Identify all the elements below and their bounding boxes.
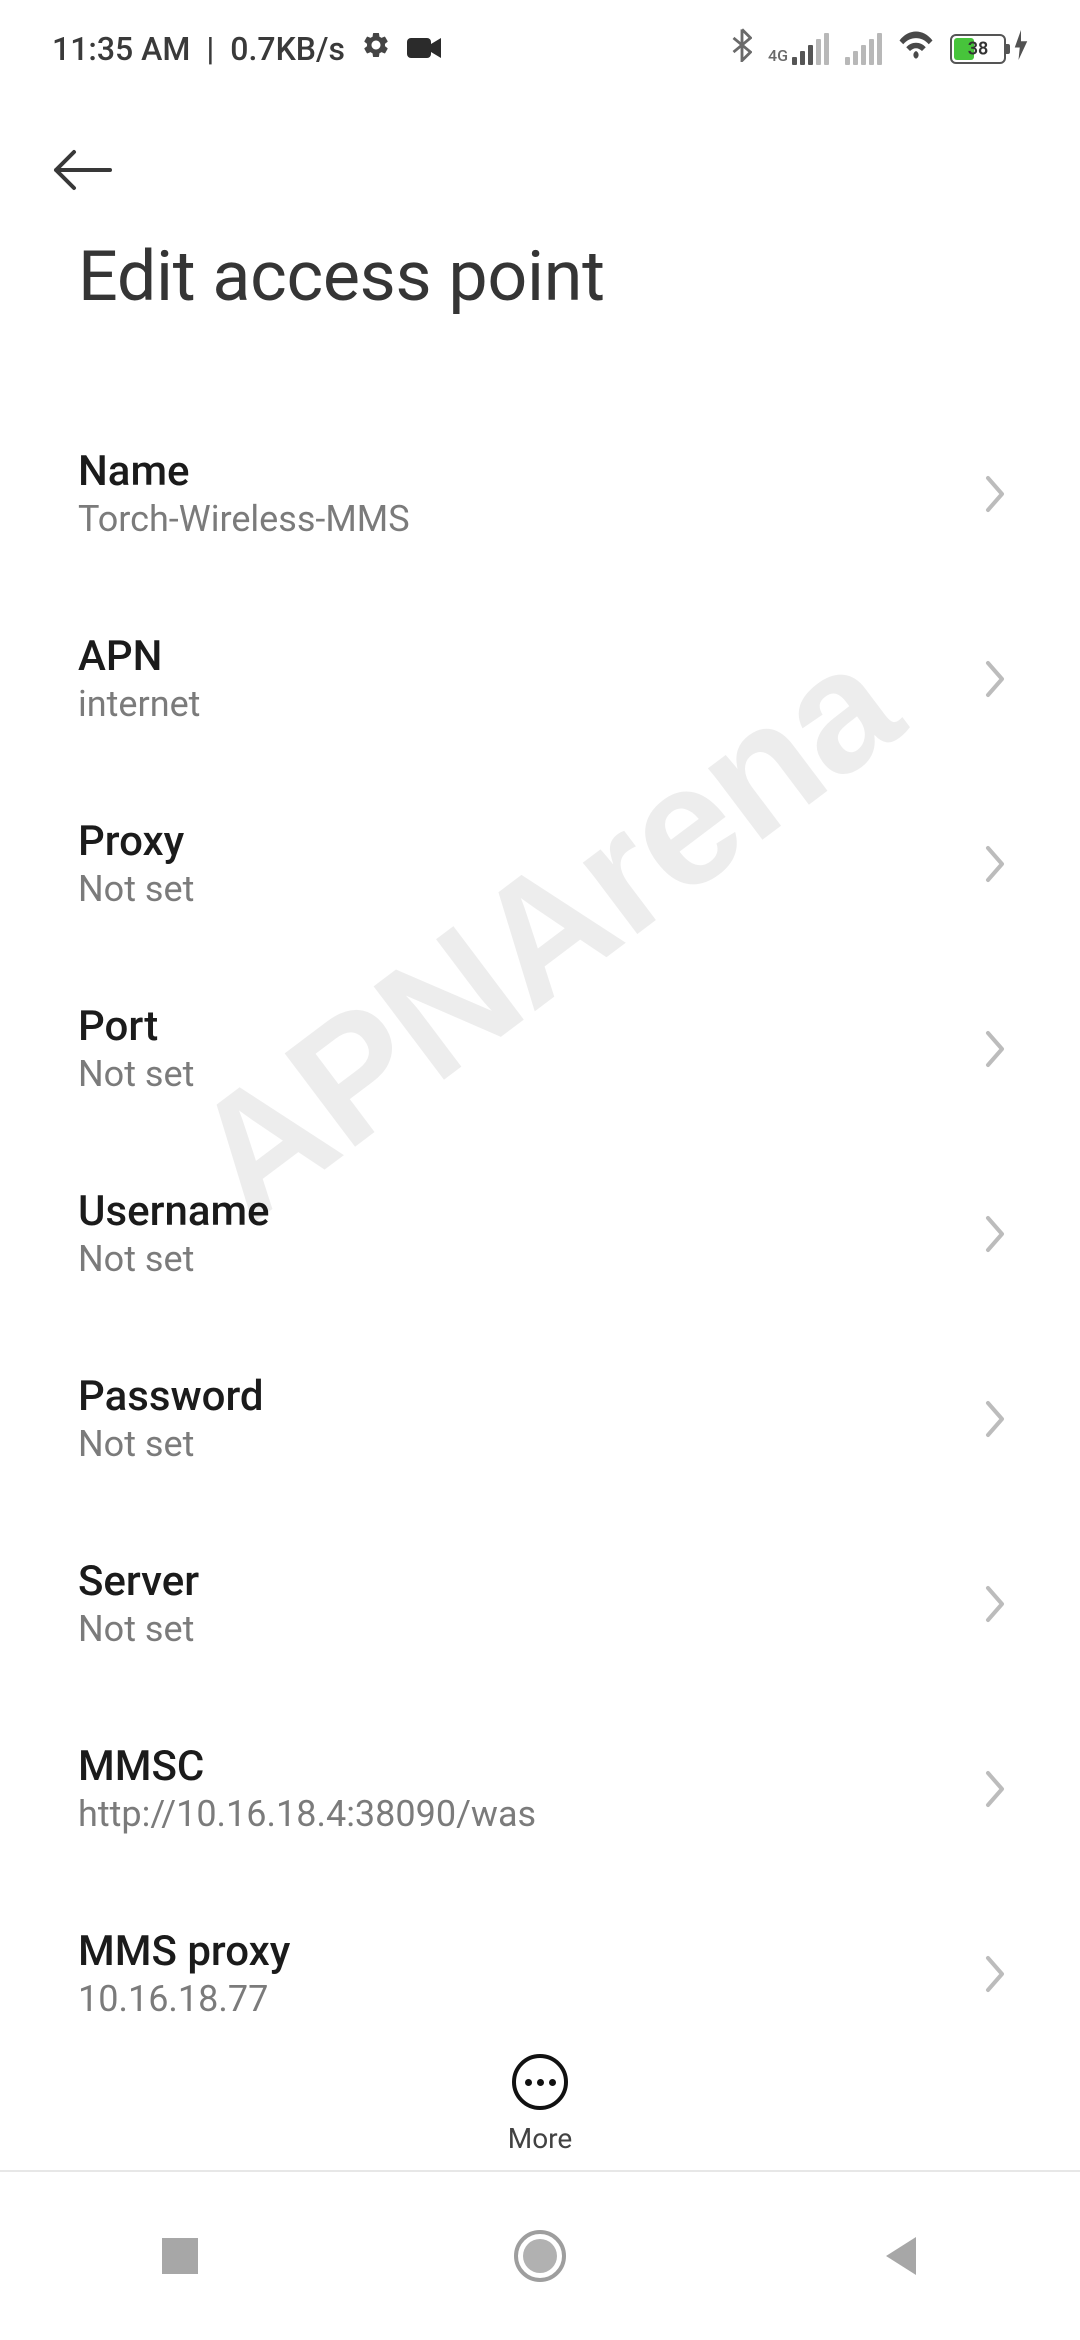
square-icon xyxy=(160,2236,200,2276)
chevron-right-icon xyxy=(984,1954,1006,1994)
setting-value: Torch-Wireless-MMS xyxy=(78,498,410,540)
setting-label: Name xyxy=(78,447,410,496)
more-icon xyxy=(512,2054,568,2110)
setting-value: http://10.16.18.4:38090/was xyxy=(78,1793,536,1835)
setting-value: Not set xyxy=(78,1423,264,1465)
battery-indicator: 38 xyxy=(950,34,1006,64)
signal-sim2 xyxy=(845,33,882,65)
setting-apn[interactable]: APN internet xyxy=(78,585,1002,770)
setting-name[interactable]: Name Torch-Wireless-MMS xyxy=(78,400,1002,585)
nav-back-button[interactable] xyxy=(840,2196,960,2316)
arrow-left-icon xyxy=(52,149,114,191)
back-button[interactable] xyxy=(52,130,132,210)
setting-proxy[interactable]: Proxy Not set xyxy=(78,770,1002,955)
setting-value: Not set xyxy=(78,868,194,910)
status-separator: | xyxy=(206,30,214,68)
chevron-right-icon xyxy=(984,1399,1006,1439)
setting-label: Password xyxy=(78,1372,264,1421)
settings-list: Name Torch-Wireless-MMS APN internet Pro… xyxy=(0,400,1080,2065)
setting-username[interactable]: Username Not set xyxy=(78,1140,1002,1325)
setting-value: internet xyxy=(78,683,200,725)
bluetooth-icon xyxy=(732,28,752,70)
page-title: Edit access point xyxy=(0,210,1080,400)
setting-mmsc[interactable]: MMSC http://10.16.18.4:38090/was xyxy=(78,1695,1002,1880)
setting-label: Username xyxy=(78,1187,270,1236)
status-speed: 0.7KB/s xyxy=(230,30,345,68)
setting-value: Not set xyxy=(78,1238,270,1280)
signal-sim1: 4G xyxy=(768,33,829,65)
setting-value: Not set xyxy=(78,1608,199,1650)
setting-value: Not set xyxy=(78,1053,194,1095)
charging-icon xyxy=(1014,30,1028,68)
nav-recent-button[interactable] xyxy=(120,2196,240,2316)
chevron-right-icon xyxy=(984,1029,1006,1069)
setting-server[interactable]: Server Not set xyxy=(78,1510,1002,1695)
setting-value: 10.16.18.77 xyxy=(78,1978,290,2020)
settings-icon xyxy=(361,30,391,68)
more-button[interactable]: More xyxy=(0,2034,1080,2155)
circle-icon xyxy=(514,2230,566,2282)
status-time: 11:35 AM xyxy=(52,30,190,68)
setting-label: MMSC xyxy=(78,1742,536,1791)
video-icon xyxy=(407,30,441,68)
triangle-left-icon xyxy=(882,2235,918,2277)
more-label: More xyxy=(508,2122,573,2155)
wifi-icon xyxy=(898,30,934,68)
setting-label: MMS proxy xyxy=(78,1927,290,1976)
setting-label: APN xyxy=(78,632,200,681)
nav-home-button[interactable] xyxy=(480,2196,600,2316)
setting-label: Port xyxy=(78,1002,194,1051)
setting-label: Server xyxy=(78,1557,199,1606)
chevron-right-icon xyxy=(984,844,1006,884)
chevron-right-icon xyxy=(984,1214,1006,1254)
chevron-right-icon xyxy=(984,474,1006,514)
chevron-right-icon xyxy=(984,659,1006,699)
status-bar: 11:35 AM | 0.7KB/s 4G xyxy=(0,0,1080,88)
chevron-right-icon xyxy=(984,1769,1006,1809)
setting-password[interactable]: Password Not set xyxy=(78,1325,1002,1510)
setting-port[interactable]: Port Not set xyxy=(78,955,1002,1140)
android-navbar xyxy=(0,2170,1080,2340)
setting-label: Proxy xyxy=(78,817,194,866)
chevron-right-icon xyxy=(984,1584,1006,1624)
